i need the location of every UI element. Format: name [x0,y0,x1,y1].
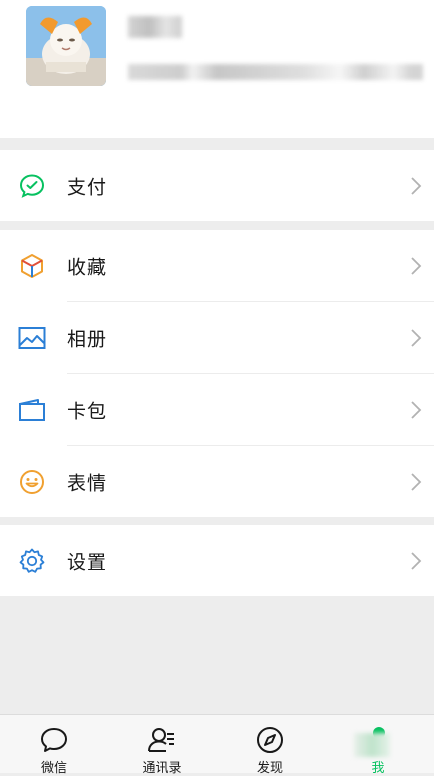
tab-me[interactable]: 我 [324,715,434,775]
menu-item-cards-label: 卡包 [67,401,108,422]
menu-item-favorites[interactable]: 收藏 [0,230,434,301]
chevron-right-icon [411,400,422,419]
tab-discover-label: 发现 [256,760,283,775]
nickname-blurred [128,16,182,38]
menu-item-favorites-label: 收藏 [67,257,108,278]
compass-icon [257,727,283,753]
tab-contacts-label: 通讯录 [142,760,182,775]
menu-item-settings[interactable]: 设置 [0,525,434,596]
chevron-right-icon [411,328,422,347]
menu-item-pay-label: 支付 [67,177,108,198]
chat-bubble-icon [41,728,67,752]
menu-item-cards[interactable]: 卡包 [0,374,434,445]
picture-icon [18,324,46,352]
avatar[interactable] [26,6,106,86]
chevron-right-icon [411,551,422,570]
pay-icon [18,172,46,200]
wechat-id-blurred [128,64,423,80]
group-pay: 支付 [0,150,434,221]
avatar-image [26,6,106,86]
menu-item-pay[interactable]: 支付 [0,150,434,221]
tab-discover[interactable]: 发现 [216,715,324,775]
bottom-tab-bar: 微信 通讯录 发现 我 [0,714,434,775]
menu-item-album[interactable]: 相册 [0,302,434,373]
menu-item-album-label: 相册 [67,329,108,350]
tab-contacts[interactable]: 通讯录 [108,715,216,775]
cube-icon [18,252,46,280]
tab-me-label: 我 [371,760,385,775]
contacts-icon [148,728,174,752]
profile-header[interactable] [0,0,434,138]
menu-item-stickers[interactable]: 表情 [0,446,434,517]
tab-chats-label: 微信 [40,760,67,775]
watermark-blur [354,733,390,757]
tab-chats[interactable]: 微信 [0,715,108,775]
wallet-icon [18,396,46,424]
chevron-right-icon [411,472,422,491]
gear-icon [18,547,46,575]
group-collections: 收藏 相册 卡包 表情 [0,230,434,517]
group-settings: 设置 [0,525,434,596]
chevron-right-icon [411,176,422,195]
smile-icon [18,468,46,496]
chevron-right-icon [411,256,422,275]
menu-item-settings-label: 设置 [67,552,108,573]
menu-item-stickers-label: 表情 [67,473,108,494]
